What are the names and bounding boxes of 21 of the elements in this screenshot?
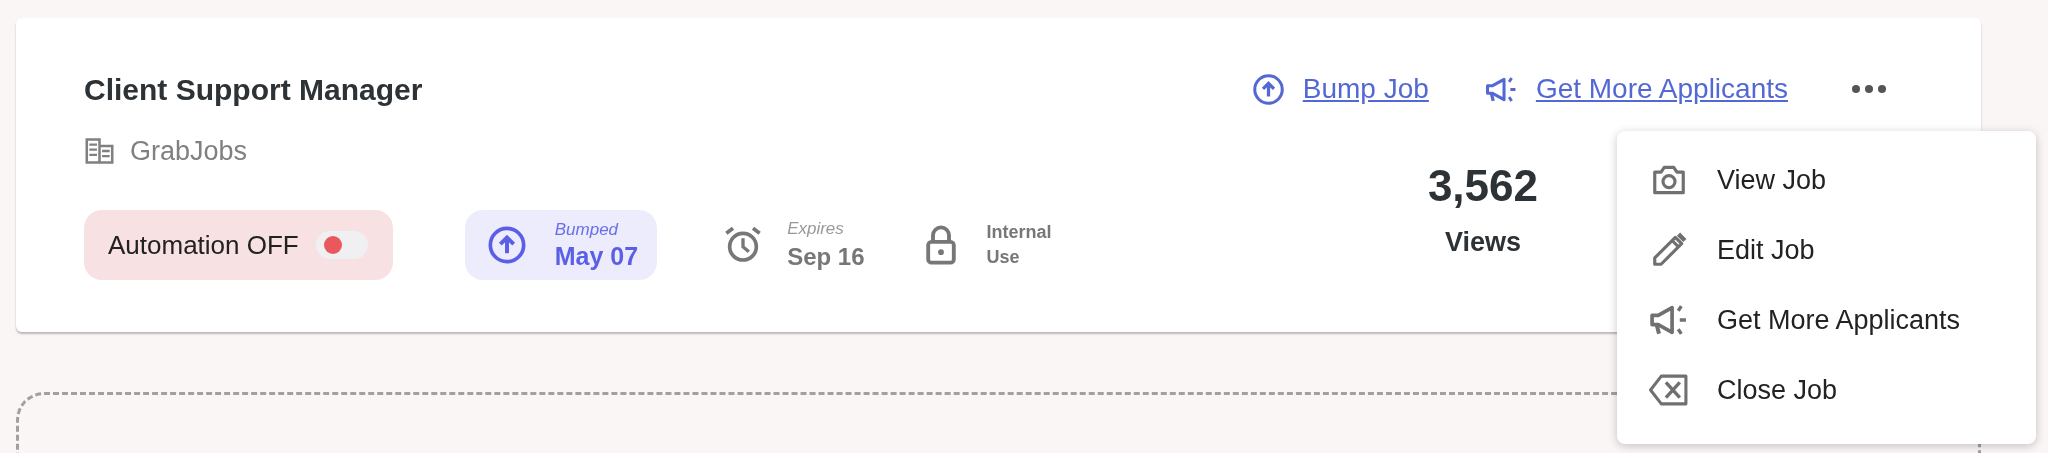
- views-count: 3,562: [1427, 161, 1538, 211]
- arrow-up-circle-icon: [486, 225, 527, 265]
- bumped-date: May 07: [554, 241, 639, 271]
- company-name: GrabJobs: [130, 135, 248, 167]
- link[interactable]: Get More Applicants: [1535, 72, 1788, 106]
- toggle-switch[interactable]: [315, 231, 368, 259]
- job-title: Client Support Manager: [84, 72, 424, 108]
- meta-value: Internal Use: [986, 221, 1053, 269]
- views-label: Views: [1444, 227, 1521, 258]
- building-icon: [84, 137, 115, 165]
- padlock-icon: [924, 224, 957, 266]
- menu-item[interactable]: Close Job: [1617, 355, 2036, 425]
- arrow-up-circle-icon: [1251, 72, 1285, 106]
- menu-item[interactable]: View Job: [1617, 145, 2036, 215]
- automation-toggle[interactable]: Automation OFF: [84, 210, 393, 280]
- link[interactable]: Bump Job: [1302, 72, 1429, 106]
- meta-label: Expires: [787, 219, 845, 239]
- menu-item[interactable]: Edit Job: [1617, 215, 2036, 285]
- menu-item[interactable]: Get More Applicants: [1617, 285, 2036, 355]
- meta-value: Sep 16: [787, 243, 865, 271]
- bumped-label: Bumped: [554, 219, 620, 240]
